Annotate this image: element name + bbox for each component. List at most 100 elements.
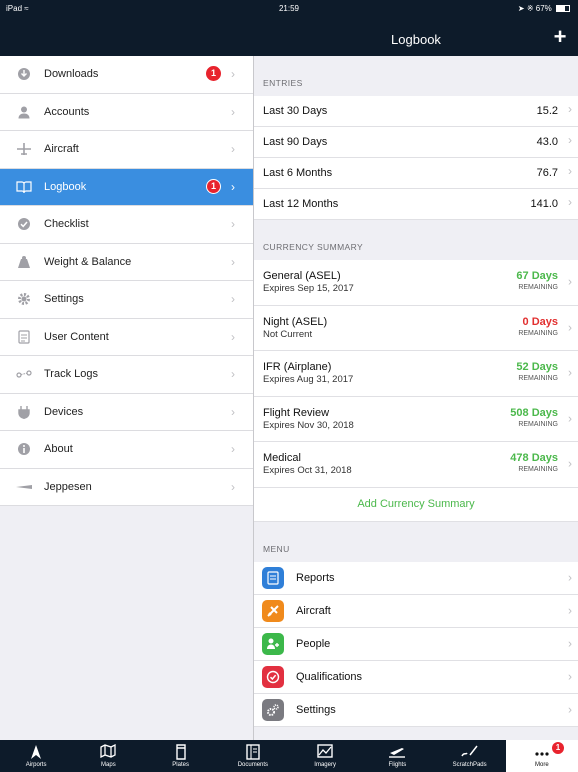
menu-item-reports[interactable]: Reports › [254, 561, 578, 595]
logbook-content: ENTRIES Last 30 Days 15.2 › Last 90 Days… [254, 56, 578, 740]
status-right: ➤ ※ 67% [518, 4, 570, 13]
bluetooth-icon: ※ [526, 4, 534, 13]
chevron-right-icon: › [231, 67, 235, 81]
documents-icon [217, 740, 289, 760]
sidebar-item-weight-balance[interactable]: Weight & Balance › [0, 243, 253, 281]
more-icon [506, 740, 578, 760]
currency-days: 67 Days [516, 270, 558, 282]
menu-item-people[interactable]: People › [254, 627, 578, 661]
entry-value: 15.2 [536, 105, 558, 117]
sidebar-item-downloads[interactable]: Downloads 1 › [0, 56, 253, 94]
entry-value: 76.7 [536, 167, 558, 179]
tab-label: Plates [172, 762, 189, 768]
currency-row-flight-review[interactable]: Flight Review Expires Nov 30, 2018 508 D… [254, 396, 578, 442]
tab-imagery[interactable]: Imagery [289, 740, 361, 772]
sidebar-item-jeppesen[interactable]: Jeppesen › [0, 468, 253, 506]
pen-icon [434, 740, 506, 760]
menu-header: MENU [263, 543, 290, 554]
notification-badge: 1 [206, 178, 221, 194]
sidebar-item-logbook[interactable]: Logbook 1 › [0, 168, 253, 206]
tab-label: ScratchPads [452, 762, 487, 768]
download-icon [16, 66, 32, 82]
sidebar-item-label: Settings [44, 293, 84, 306]
entry-row-last-12-months[interactable]: Last 12 Months 141.0 › [254, 189, 578, 220]
entries-header: ENTRIES [263, 78, 303, 88]
tab-flights[interactable]: Flights [361, 740, 433, 772]
notification-badge: 1 [552, 742, 564, 754]
tab-label: More [535, 762, 549, 768]
currency-row-night[interactable]: Night (ASEL) Not Current 0 Days REMAININ… [254, 305, 578, 351]
sidebar-item-label: Weight & Balance [44, 255, 132, 268]
chevron-right-icon: › [568, 411, 572, 426]
sidebar-item-label: Track Logs [44, 368, 99, 381]
tab-plates[interactable]: Plates [145, 740, 217, 772]
imagery-icon [289, 740, 361, 760]
chevron-right-icon: › [231, 292, 235, 306]
currency-row-medical[interactable]: Medical Expires Oct 31, 2018 478 Days RE… [254, 442, 578, 488]
chevron-right-icon: › [568, 320, 572, 335]
gear-icon [262, 698, 284, 721]
chevron-right-icon: › [568, 365, 572, 380]
tab-maps[interactable]: Maps [72, 740, 144, 772]
sidebar-item-label: About [44, 443, 73, 456]
add-currency-summary-button[interactable]: Add Currency Summary [254, 487, 578, 522]
entry-value: 141.0 [530, 198, 558, 210]
chevron-right-icon: › [231, 179, 235, 194]
sidebar-item-about[interactable]: About › [0, 431, 253, 469]
battery-icon [556, 5, 570, 12]
chevron-right-icon: › [231, 217, 235, 231]
menu-item-qualifications[interactable]: Qualifications › [254, 660, 578, 694]
sidebar-item-label: Checklist [44, 218, 89, 231]
takeoff-icon [361, 740, 433, 760]
menu-item-settings[interactable]: Settings › [254, 693, 578, 727]
status-bar: iPad ≈ 21:59 ➤ ※ 67% [0, 0, 578, 18]
add-person-icon [262, 632, 284, 655]
add-button[interactable]: + [550, 26, 570, 48]
location-icon: ➤ [517, 4, 525, 13]
sidebar-item-checklist[interactable]: Checklist › [0, 206, 253, 244]
currency-remaining-label: REMAINING [518, 329, 558, 337]
sidebar-item-user-content[interactable]: User Content › [0, 318, 253, 356]
chevron-right-icon: › [568, 668, 572, 683]
chevron-right-icon: › [231, 329, 235, 344]
sidebar-item-aircraft[interactable]: Aircraft › [0, 131, 253, 169]
tab-airports[interactable]: Airports [0, 740, 72, 772]
plug-icon [16, 404, 32, 420]
tab-label: Imagery [314, 762, 336, 768]
menu-item-label: Aircraft [296, 604, 331, 617]
currency-days: 508 Days [510, 406, 558, 419]
sidebar-item-track-logs[interactable]: Track Logs › [0, 356, 253, 394]
chevron-right-icon: › [568, 456, 572, 471]
tab-label: Documents [237, 762, 269, 768]
entry-row-last-6-months[interactable]: Last 6 Months 76.7 › [254, 158, 578, 189]
weight-icon [16, 254, 32, 270]
menu-item-label: Reports [296, 571, 335, 584]
currency-days: 478 Days [510, 452, 558, 464]
currency-row-general[interactable]: General (ASEL) Expires Sep 15, 2017 67 D… [254, 260, 578, 306]
tab-documents[interactable]: Documents [217, 740, 289, 772]
menu-item-label: People [296, 637, 331, 650]
entry-label: Last 90 Days [263, 136, 328, 148]
tab-more[interactable]: 1 More [505, 740, 578, 772]
map-icon [72, 740, 144, 760]
tab-bar: Airports Maps Plates Documents Imagery F… [0, 740, 578, 772]
sidebar-item-label: Accounts [44, 105, 90, 118]
currency-remaining-label: REMAINING [518, 466, 558, 473]
sidebar-item-accounts[interactable]: Accounts › [0, 93, 253, 131]
menu-item-aircraft[interactable]: Aircraft › [254, 594, 578, 628]
currency-days: 0 Days [522, 315, 558, 328]
currency-row-ifr[interactable]: IFR (Airplane) Expires Aug 31, 2017 52 D… [254, 351, 578, 397]
sidebar-item-settings[interactable]: Settings › [0, 281, 253, 319]
sidebar-item-devices[interactable]: Devices › [0, 393, 253, 431]
compass-icon [0, 740, 72, 760]
entry-label: Last 12 Months [263, 198, 339, 210]
reports-icon [262, 566, 284, 589]
chevron-right-icon: › [568, 194, 572, 209]
entry-row-last-90-days[interactable]: Last 90 Days 43.0 › [254, 127, 578, 158]
tab-scratchpads[interactable]: ScratchPads [434, 740, 506, 772]
info-icon [16, 441, 32, 457]
book-icon [16, 179, 32, 195]
entry-row-last-30-days[interactable]: Last 30 Days 15.2 › [254, 96, 578, 127]
airplane-icon [262, 599, 284, 622]
sidebar-item-label: User Content [44, 330, 109, 343]
